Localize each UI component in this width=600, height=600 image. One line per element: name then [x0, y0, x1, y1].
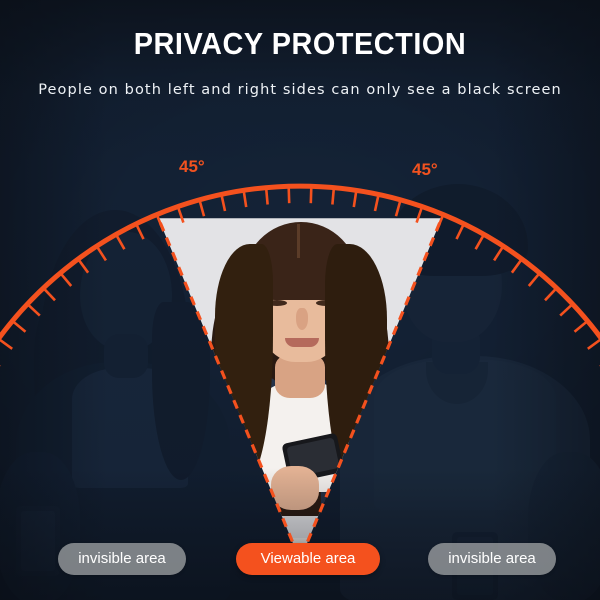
gauge-tick: [59, 272, 73, 287]
gauge-tick: [309, 187, 313, 204]
gauge-tick: [394, 200, 402, 217]
gauge-tick: [493, 246, 504, 262]
gauge-ticks: [0, 187, 600, 367]
gauge-tick: [220, 195, 227, 212]
gauge-tick: [115, 234, 126, 250]
page-title: PRIVACY PROTECTION: [133, 26, 467, 61]
gauge-tick: [527, 272, 541, 287]
gauge-tick: [415, 207, 424, 224]
gauge-tick: [559, 303, 573, 317]
page-subtitle: People on both left and right sides can …: [38, 82, 562, 98]
gauge-tick: [331, 188, 336, 205]
gauge-tick: [455, 224, 465, 240]
gauge-tick: [544, 287, 557, 302]
legend-pill-viewable[interactable]: Viewable area: [236, 543, 380, 575]
gauge-tick: [0, 338, 13, 350]
gauge-tick: [242, 191, 248, 208]
privacy-protection-graphic: PRIVACY PROTECTION People on both left a…: [0, 0, 600, 600]
legend-pill-invisible-left[interactable]: invisible area: [58, 543, 186, 575]
legend-pill-invisible-right[interactable]: invisible area: [428, 543, 556, 575]
cone-edge-left: [156, 215, 300, 557]
gauge-tick: [474, 234, 485, 250]
cone-edge-right: [300, 215, 444, 557]
gauge-tick: [510, 259, 523, 274]
gauge-tick: [352, 191, 358, 208]
gauge-tick: [587, 338, 600, 350]
gauge-tick: [287, 187, 291, 204]
gauge-tick: [264, 188, 269, 205]
gauge-tick: [77, 259, 90, 274]
gauge-tick: [198, 200, 206, 217]
gauge-tick: [43, 287, 56, 302]
gauge-tick: [573, 320, 588, 333]
angle-label-left: 45°: [179, 157, 205, 176]
angle-label-right: 45°: [412, 160, 438, 179]
gauge-tick: [176, 207, 185, 224]
gauge-tick: [96, 246, 107, 262]
gauge-tick: [135, 224, 145, 240]
gauge-tick: [27, 303, 41, 317]
gauge-tick: [373, 195, 380, 212]
gauge-arc: [0, 183, 600, 342]
gauge-tick: [12, 320, 27, 333]
